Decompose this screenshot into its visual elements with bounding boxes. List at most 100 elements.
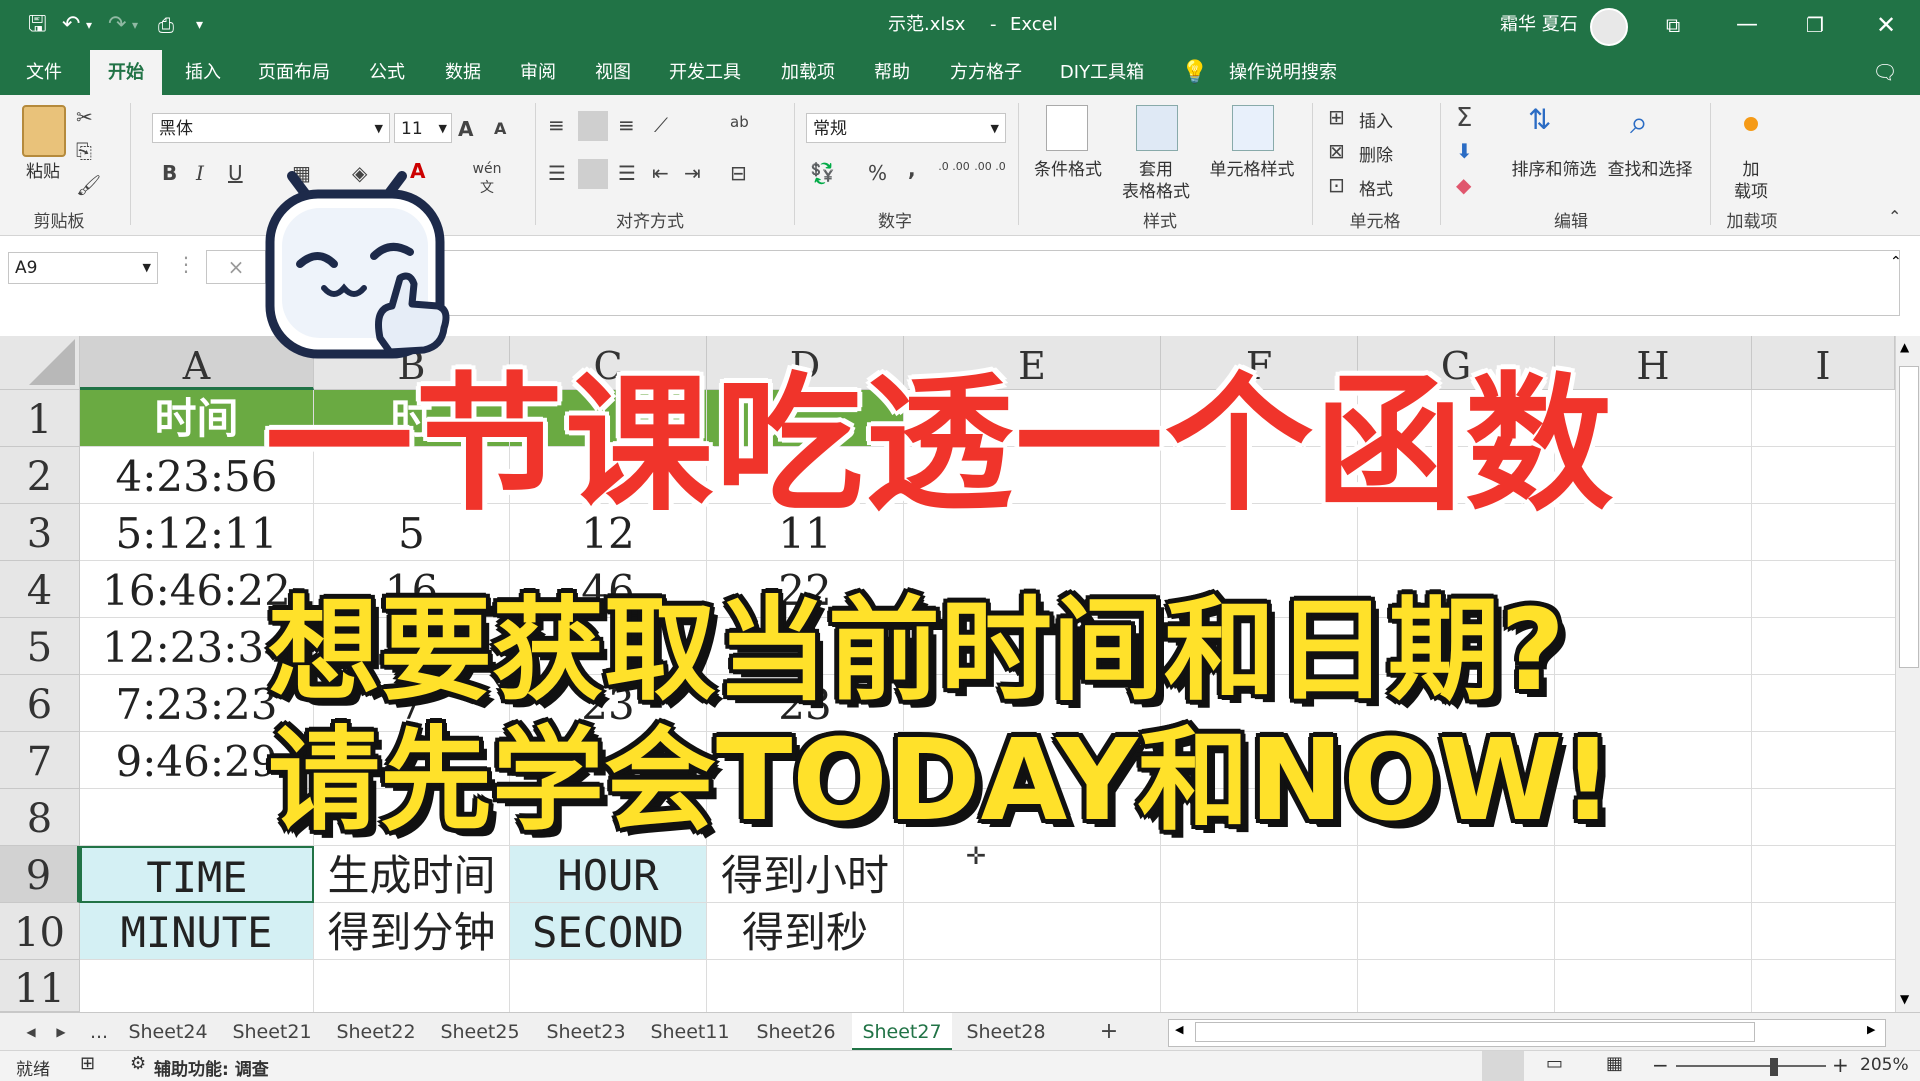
cell-b9[interactable]: 生成时间 xyxy=(314,846,510,903)
fill-icon[interactable]: ⬇ xyxy=(1456,139,1473,163)
row-header-5[interactable]: 5 xyxy=(0,618,80,675)
decrease-indent-icon[interactable]: ⇤ xyxy=(652,161,669,185)
cell-c10[interactable]: SECOND xyxy=(510,903,707,960)
scroll-left-icon[interactable]: ◀ xyxy=(1175,1023,1183,1036)
tab-next-icon[interactable]: ▶ xyxy=(50,1013,72,1051)
conditional-format-icon[interactable] xyxy=(1046,105,1088,151)
comma-button[interactable]: , xyxy=(908,157,916,181)
tab-more-ellipsis[interactable]: ... xyxy=(84,1013,114,1051)
select-all-corner[interactable] xyxy=(0,336,80,390)
vertical-scrollbar[interactable]: ▲ ▼ xyxy=(1895,336,1920,1012)
col-header-i[interactable]: I xyxy=(1752,336,1895,390)
phonetic-icon[interactable]: wén 文 xyxy=(472,161,502,197)
format-as-table-icon[interactable] xyxy=(1136,105,1178,151)
decrease-decimal-button[interactable]: .00 .0 xyxy=(972,161,1008,173)
cell-styles-icon[interactable] xyxy=(1232,105,1274,151)
collapse-ribbon-icon[interactable]: ⌃ xyxy=(1888,207,1901,226)
align-top-icon[interactable]: ≡ xyxy=(548,113,565,137)
normal-view-icon[interactable] xyxy=(1482,1051,1524,1081)
percent-button[interactable]: % xyxy=(868,161,887,185)
increase-indent-icon[interactable]: ⇥ xyxy=(684,161,701,185)
tell-me-search[interactable]: 操作说明搜索 xyxy=(1218,50,1348,95)
scroll-up-icon[interactable]: ▲ xyxy=(1900,340,1909,354)
row-header-11[interactable]: 11 xyxy=(0,960,80,1012)
menu-file[interactable]: 文件 xyxy=(12,50,76,95)
formula-input[interactable] xyxy=(270,250,1900,316)
number-format-select[interactable]: 常规 ▼ xyxy=(806,113,1006,143)
menu-page-layout[interactable]: 页面布局 xyxy=(248,50,340,95)
accessibility-icon[interactable]: ⚙ xyxy=(130,1053,146,1074)
page-break-view-icon[interactable]: ▦ xyxy=(1606,1053,1623,1074)
menu-review[interactable]: 审阅 xyxy=(503,50,573,95)
italic-button[interactable]: I xyxy=(196,161,204,185)
zoom-in-button[interactable]: + xyxy=(1832,1053,1849,1077)
font-name-select[interactable]: 黑体 ▼ xyxy=(152,113,390,143)
redo-dropdown-icon[interactable]: ▾ xyxy=(132,0,138,50)
bold-button[interactable]: B xyxy=(162,161,177,185)
paste-icon[interactable] xyxy=(22,105,66,157)
format-as-table-label2[interactable]: 表格格式 xyxy=(1104,177,1208,202)
find-select-button[interactable]: 查找和选择 xyxy=(1600,155,1700,180)
align-right-icon[interactable]: ☰ xyxy=(618,161,636,185)
format-cells-button[interactable]: 格式 xyxy=(1354,175,1398,200)
increase-decimal-button[interactable]: .0 .00 xyxy=(936,161,972,173)
addins-label2[interactable]: 载项 xyxy=(1726,177,1776,202)
tab-sheet28[interactable]: Sheet28 xyxy=(956,1013,1056,1051)
menu-formulas[interactable]: 公式 xyxy=(352,50,422,95)
tab-sheet23[interactable]: Sheet23 xyxy=(536,1013,636,1051)
scroll-thumb[interactable] xyxy=(1899,366,1919,668)
zoom-slider-thumb[interactable] xyxy=(1770,1058,1778,1076)
zoom-level[interactable]: 205% xyxy=(1860,1055,1909,1075)
accounting-format-icon[interactable]: 💱 xyxy=(810,161,835,185)
comments-icon[interactable]: 🗨 xyxy=(1870,50,1900,95)
align-middle-icon[interactable] xyxy=(578,111,608,141)
name-box[interactable]: A9 ▼ xyxy=(8,252,158,284)
horizontal-scroll-thumb[interactable] xyxy=(1195,1022,1755,1042)
cell-d9[interactable]: 得到小时 xyxy=(707,846,904,903)
scroll-down-icon[interactable]: ▼ xyxy=(1900,992,1909,1006)
undo-dropdown-icon[interactable]: ▾ xyxy=(86,0,92,50)
tab-sheet11[interactable]: Sheet11 xyxy=(640,1013,740,1051)
merge-center-icon[interactable]: ⊟ xyxy=(730,161,747,185)
paste-button[interactable]: 粘贴 xyxy=(18,157,68,182)
menu-diy-toolbox[interactable]: DIY工具箱 xyxy=(1050,50,1154,95)
row-header-6[interactable]: 6 xyxy=(0,675,80,732)
page-layout-view-icon[interactable]: ▭ xyxy=(1546,1053,1563,1074)
tab-sheet25[interactable]: Sheet25 xyxy=(430,1013,530,1051)
tab-sheet21[interactable]: Sheet21 xyxy=(222,1013,322,1051)
menu-addins[interactable]: 加载项 xyxy=(768,50,848,95)
user-name[interactable]: 霜华 夏石 xyxy=(1500,0,1578,50)
autosum-icon[interactable]: Σ xyxy=(1456,103,1472,133)
menu-data[interactable]: 数据 xyxy=(428,50,498,95)
row-header-8[interactable]: 8 xyxy=(0,789,80,846)
align-center-icon[interactable] xyxy=(578,159,608,189)
tab-sheet24[interactable]: Sheet24 xyxy=(118,1013,218,1051)
font-size-select[interactable]: 11 ▼ xyxy=(394,113,452,143)
addins-icon[interactable] xyxy=(1744,117,1758,131)
ribbon-display-icon[interactable]: ⧉ xyxy=(1666,0,1680,50)
tab-sheet22[interactable]: Sheet22 xyxy=(326,1013,426,1051)
menu-home[interactable]: 开始 xyxy=(90,50,162,95)
zoom-slider[interactable] xyxy=(1676,1065,1826,1067)
conditional-format-button[interactable]: 条件格式 xyxy=(1026,155,1110,180)
row-header-7[interactable]: 7 xyxy=(0,732,80,789)
clear-icon[interactable]: ◆ xyxy=(1456,173,1471,197)
horizontal-scrollbar[interactable]: ◀ ▶ xyxy=(1168,1019,1886,1047)
find-select-icon[interactable]: ⌕ xyxy=(1630,103,1648,142)
row-header-1[interactable]: 1 xyxy=(0,390,80,447)
row-header-3[interactable]: 3 xyxy=(0,504,80,561)
shrink-font-icon[interactable]: A xyxy=(494,119,506,138)
sort-filter-icon[interactable]: ⇅ xyxy=(1528,103,1551,136)
menu-fangfang[interactable]: 方方格子 xyxy=(940,50,1032,95)
undo-icon[interactable]: ↶ xyxy=(62,0,80,50)
wrap-text-icon[interactable]: ab xyxy=(730,113,749,131)
row-header-2[interactable]: 2 xyxy=(0,447,80,504)
underline-button[interactable]: U xyxy=(228,161,243,185)
minimize-icon[interactable]: — xyxy=(1736,0,1758,50)
customize-qat-icon[interactable]: ▾ xyxy=(196,0,203,50)
align-left-icon[interactable]: ☰ xyxy=(548,161,566,185)
restore-icon[interactable]: ❐ xyxy=(1806,0,1824,50)
cell-a9[interactable]: TIME xyxy=(80,846,314,903)
add-sheet-button[interactable]: + xyxy=(1094,1013,1124,1051)
insert-cells-icon[interactable]: ⊞ xyxy=(1328,105,1345,129)
